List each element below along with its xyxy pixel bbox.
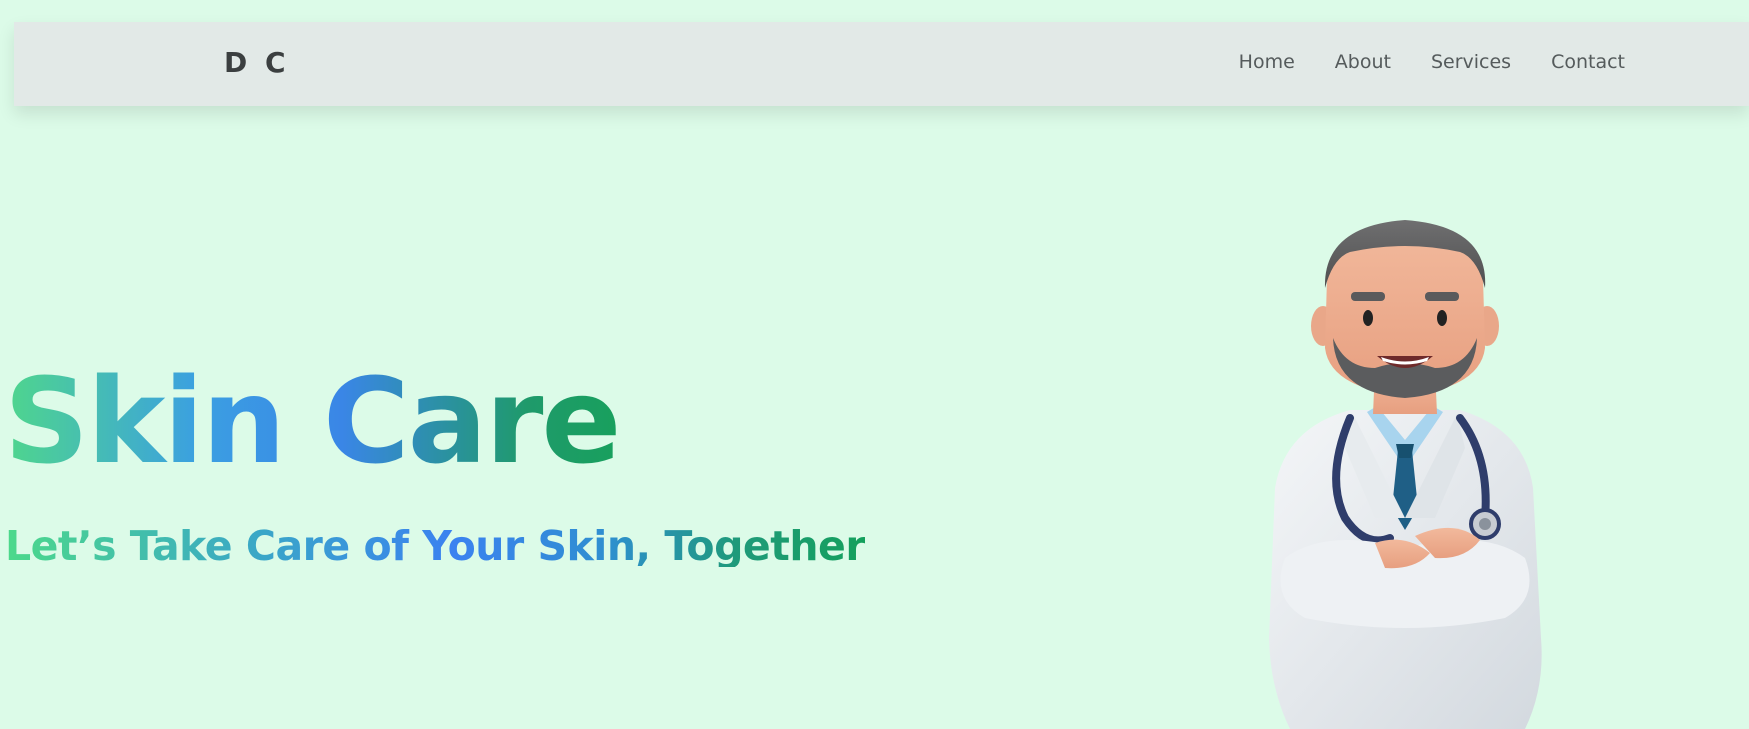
nav-link-services[interactable]: Services [1431, 51, 1511, 73]
doctor-illustration [1269, 220, 1542, 729]
site-logo[interactable]: D C [224, 46, 290, 79]
landing-page: D C Home About Services Contact Skin Car… [0, 0, 1749, 729]
nav-menu: Home About Services Contact [1239, 51, 1625, 73]
hero-subtitle: Let’s Take Care of Your Skin, Together [5, 522, 866, 570]
nav-link-about[interactable]: About [1335, 51, 1391, 73]
hero-title: Skin Care [4, 352, 621, 490]
nav-link-home[interactable]: Home [1239, 51, 1295, 73]
nav-link-contact[interactable]: Contact [1551, 51, 1625, 73]
top-navbar: D C Home About Services Contact [14, 22, 1749, 106]
